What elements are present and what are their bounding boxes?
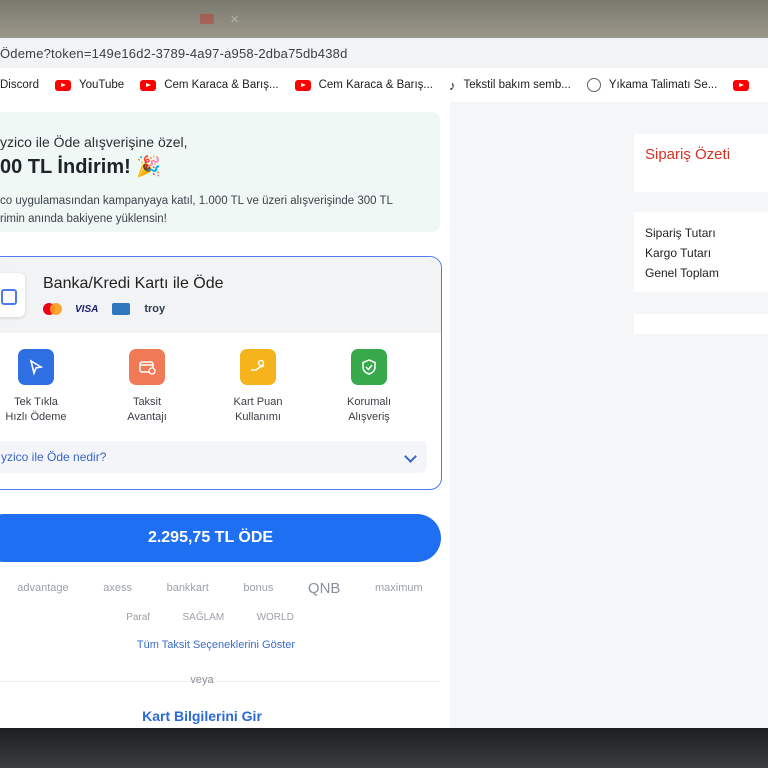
bookmark-label: Yıkama Talimatı Se... (608, 79, 718, 91)
url-text[interactable]: Ödeme?token=149e16d2-3789-4a97-a958-2dba… (0, 46, 348, 61)
bookmark-cem-karaca-1[interactable]: Cem Karaca & Barış... (140, 79, 279, 91)
feature-label: Alışveriş (348, 411, 390, 423)
bookmarks-bar: Discord YouTube Cem Karaca & Barış... Ce… (0, 68, 768, 103)
browser-tab[interactable]: ✕ (200, 6, 239, 32)
card-payment-header: Banka/Kredi Kartı ile Öde VISA troy (0, 257, 441, 333)
promo-line: yzico ile Öde alışverişine özel, (0, 134, 188, 150)
bookmark-label: Cem Karaca & Barış... (318, 79, 433, 91)
order-summary-column: Sipariş Özeti Sipariş Tutarı Kargo Tutar… (616, 102, 768, 728)
cursor-click-icon (18, 349, 54, 385)
bookmark-label: Cem Karaca & Barış... (164, 79, 279, 91)
feature-label: Korumalı (346, 396, 392, 408)
youtube-icon (294, 79, 311, 91)
monitor-bezel (0, 728, 768, 768)
card-payment-title: Banka/Kredi Kartı ile Öde (43, 275, 224, 292)
bank-logo-bonus: bonus (243, 582, 274, 594)
payment-column: yzico ile Öde alışverişine özel, 00 TL İ… (0, 102, 450, 728)
feature-label: Taksit (132, 396, 162, 408)
browser-tab-strip: ✕ (0, 0, 768, 38)
youtube-icon (200, 14, 214, 24)
order-summary-footer (634, 314, 768, 334)
installment-card-icon (129, 349, 165, 385)
bookmark-cem-karaca-2[interactable]: Cem Karaca & Barış... (294, 79, 433, 91)
faq-label: yzico ile Öde nedir? (1, 450, 107, 464)
bank-logos-row-2: Paraf SAĞLAM WORLD (110, 607, 310, 627)
bank-logo-bankkart: bankkart (166, 582, 209, 594)
bank-logo-paraf: Paraf (126, 611, 151, 623)
troy-logo: troy (144, 303, 166, 315)
youtube-icon (733, 79, 750, 91)
tiktok-icon: ♪ (449, 77, 456, 93)
card-payment-icon (0, 273, 25, 317)
bank-logo-qnb: QNB (307, 579, 341, 597)
separator-text: veya (190, 674, 214, 686)
card-payment-option[interactable]: Banka/Kredi Kartı ile Öde VISA troy Tek … (0, 256, 442, 490)
summary-row-label: Genel Toplam (645, 266, 719, 280)
feature-installment: Taksit Avantajı (102, 349, 192, 425)
promo-headline: 00 TL İndirim! 🎉 (0, 156, 162, 178)
bank-logo-axess: axess (103, 582, 132, 594)
checkout-page: yzico ile Öde alışverişine özel, 00 TL İ… (0, 102, 768, 728)
bookmark-tekstil[interactable]: ♪ Tekstil bakım semb... (449, 78, 571, 93)
promo-banner: yzico ile Öde alışverişine özel, 00 TL İ… (0, 112, 440, 232)
bank-logos-row: advantage axess bankkart bonus QNB maxim… (0, 578, 440, 598)
feature-fast-pay: Tek Tıkla Hızlı Ödeme (0, 349, 81, 425)
installment-options-link[interactable]: Tüm Taksit Seçeneklerini Göster (0, 639, 432, 651)
feature-label: Kart Puan (233, 396, 283, 408)
bookmark-youtube-more[interactable] (733, 79, 757, 91)
feature-label: Hızlı Ödeme (5, 411, 67, 423)
bookmark-youtube[interactable]: YouTube (54, 79, 125, 91)
points-hand-icon (240, 349, 276, 385)
bookmark-label: YouTube (78, 79, 125, 91)
order-summary-title: Sipariş Özeti (645, 146, 731, 163)
promo-description: co uygulamasından kampanyaya katıl, 1.00… (0, 192, 430, 228)
order-summary-header: Sipariş Özeti (634, 134, 768, 192)
bank-logo-advantage: advantage (17, 582, 69, 594)
bank-logo-maximum: maximum (375, 582, 423, 594)
youtube-icon (54, 79, 71, 91)
bookmark-discord[interactable]: Discord (0, 79, 39, 91)
feature-protected-shopping: Korumalı Alışveriş (324, 349, 414, 425)
shield-check-icon (351, 349, 387, 385)
feature-label: Avantajı (127, 411, 167, 423)
promo-desc-line: rimin anında bakiyene yüklensin! (0, 213, 167, 225)
enter-card-details-link[interactable]: Kart Bilgilerini Gir (0, 708, 404, 724)
pay-button[interactable]: 2.295,75 TL ÖDE (0, 514, 441, 562)
globe-icon (586, 78, 601, 92)
feature-card-points: Kart Puan Kullanımı (213, 349, 303, 425)
bookmark-label: Discord (0, 79, 39, 91)
feature-label: Tek Tıkla (14, 396, 58, 408)
card-brand-logos: VISA troy (43, 303, 165, 315)
feature-label: Kullanımı (235, 411, 281, 423)
address-bar[interactable]: Ödeme?token=149e16d2-3789-4a97-a958-2dba… (0, 38, 768, 68)
mastercard-icon (43, 303, 62, 315)
youtube-icon (140, 79, 157, 91)
faq-accordion[interactable]: yzico ile Öde nedir? (0, 441, 427, 473)
promo-desc-line: co uygulamasından kampanyaya katıl, 1.00… (0, 195, 393, 207)
bank-logo-saglam: SAĞLAM (182, 611, 225, 623)
amex-icon (112, 303, 131, 315)
bank-logo-world: WORLD (256, 611, 294, 623)
bookmark-label: Tekstil bakım semb... (463, 79, 571, 91)
chevron-down-icon[interactable] (404, 450, 417, 463)
order-summary-totals: Sipariş Tutarı Kargo Tutarı Genel Toplam (634, 212, 768, 292)
summary-row-label: Kargo Tutarı (645, 246, 712, 260)
bookmark-yikama[interactable]: Yıkama Talimatı Se... (586, 78, 718, 92)
summary-row-label: Sipariş Tutarı (645, 226, 716, 240)
close-icon[interactable]: ✕ (230, 13, 239, 26)
visa-logo: VISA (75, 303, 99, 315)
